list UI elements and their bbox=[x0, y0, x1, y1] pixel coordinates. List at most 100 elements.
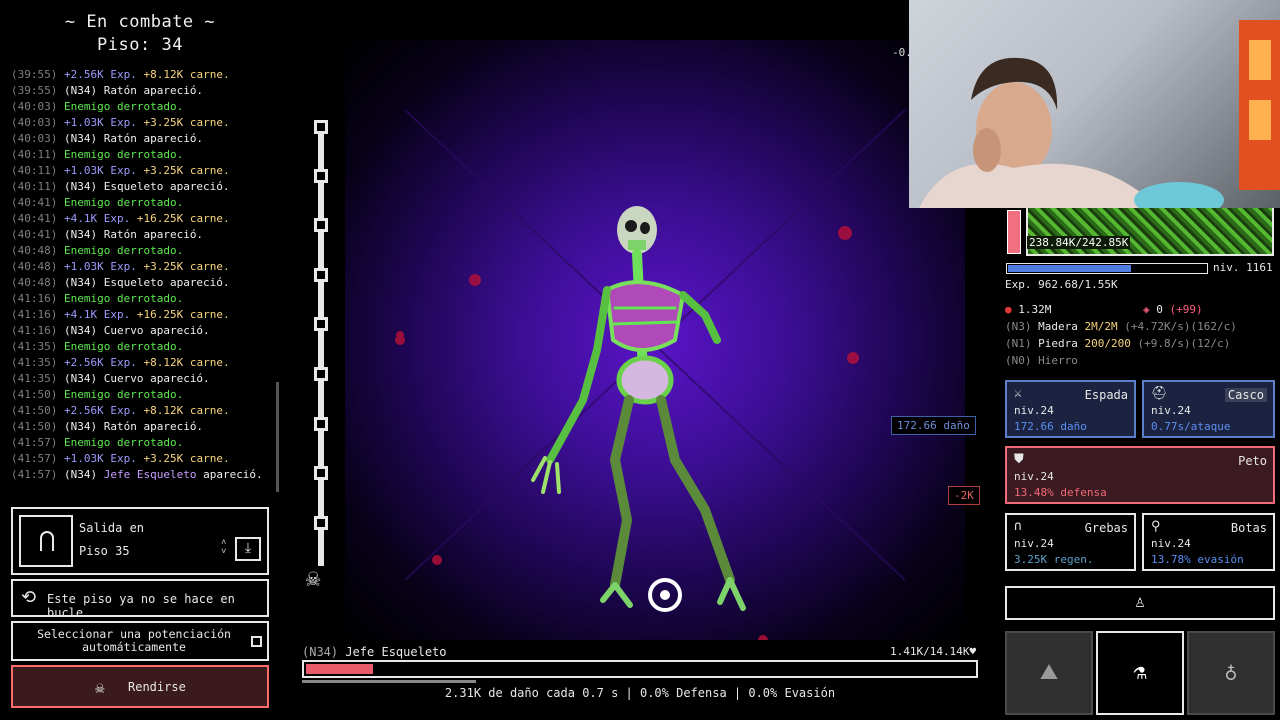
log-entry: (39:55) +2.56K Exp. +8.12K carne. bbox=[11, 67, 273, 83]
floor-node bbox=[314, 268, 328, 282]
auto-boost-toggle[interactable]: Seleccionar una potenciación automáticam… bbox=[11, 621, 269, 661]
loop-label: Este piso ya no se hace en bucle bbox=[47, 592, 235, 620]
log-entry: (41:57) +1.03K Exp. +3.25K carne. bbox=[11, 451, 273, 467]
equip-greaves-card[interactable]: ∩ Grebas niv.24 3.25K regen. bbox=[1005, 513, 1136, 571]
log-text: (N34) Cuervo apareció. bbox=[63, 324, 210, 337]
log-text: (N34) Esqueleto apareció. bbox=[63, 276, 230, 289]
equip-chest-card[interactable]: ⛊ Peto niv.24 13.48% defensa bbox=[1005, 446, 1275, 504]
combat-log-panel: ~ En combate ~ Piso: 34 (39:55) +2.56K E… bbox=[0, 0, 285, 720]
log-text: (N34) Esqueleto apareció. bbox=[63, 180, 230, 193]
gem-resource: ◈ 0 (+99) bbox=[1143, 303, 1203, 316]
potion-slot-button[interactable]: ⚗ bbox=[1096, 631, 1184, 715]
log-entry: (39:55) (N34) Ratón apareció. bbox=[11, 83, 273, 99]
log-text: +8.12K carne. bbox=[143, 404, 230, 417]
webcam-overlay bbox=[909, 0, 1280, 208]
log-text: +1.03K bbox=[63, 164, 104, 177]
chestplate-icon: ⛊ bbox=[1014, 452, 1024, 467]
log-entry: (40:03) +1.03K Exp. +3.25K carne. bbox=[11, 115, 273, 131]
log-text: (N34) Ratón apareció. bbox=[63, 420, 204, 433]
enemy-hp-bar bbox=[302, 660, 978, 678]
log-text: Exp. bbox=[103, 452, 144, 465]
log-timestamp: (40:41) bbox=[11, 228, 58, 241]
streamer-camera-image bbox=[919, 20, 1280, 208]
log-text: +3.25K carne. bbox=[143, 452, 230, 465]
log-text: +1.03K bbox=[63, 260, 104, 273]
log-text: +3.25K carne. bbox=[143, 116, 230, 129]
log-text: (N34) Ratón apareció. bbox=[63, 132, 204, 145]
exit-floor-box: Salida en Piso 35 ˄ ˅ ⤓ bbox=[11, 507, 269, 575]
log-entry: (41:16) +4.1K Exp. +16.25K carne. bbox=[11, 307, 273, 323]
log-scrollbar[interactable] bbox=[276, 382, 279, 492]
log-entry: (41:35) Enemigo derrotado. bbox=[11, 339, 273, 355]
xp-bar bbox=[1006, 263, 1208, 274]
download-arrow-button[interactable]: ⤓ bbox=[235, 537, 261, 561]
log-entry: (40:11) +1.03K Exp. +3.25K carne. bbox=[11, 163, 273, 179]
surrender-button[interactable]: ☠ Rendirse bbox=[11, 665, 269, 708]
door-icon bbox=[19, 515, 73, 567]
log-text: Enemigo derrotado. bbox=[63, 388, 184, 401]
log-text: Enemigo derrotado. bbox=[63, 292, 184, 305]
bomb-icon: ♁ bbox=[1224, 660, 1238, 685]
monster-hp-text: 238.84K/242.85K bbox=[1027, 236, 1131, 249]
floor-node bbox=[314, 120, 328, 134]
log-text: (N34) bbox=[63, 468, 104, 481]
log-text: +8.12K carne. bbox=[143, 356, 230, 369]
auto-boost-checkbox[interactable] bbox=[251, 636, 262, 647]
skeleton-boss-sprite[interactable] bbox=[345, 40, 965, 640]
floor-node bbox=[314, 169, 328, 183]
floor-node bbox=[314, 367, 328, 381]
log-entry: (40:48) +1.03K Exp. +3.25K carne. bbox=[11, 259, 273, 275]
log-entry: (40:41) Enemigo derrotado. bbox=[11, 195, 273, 211]
boss-skull-icon: ☠ bbox=[306, 564, 321, 592]
log-timestamp: (40:03) bbox=[11, 100, 58, 113]
combat-log[interactable]: (39:55) +2.56K Exp. +8.12K carne. (39:55)… bbox=[11, 67, 273, 487]
map-slot-button[interactable]: ⛰ bbox=[1005, 631, 1093, 715]
gem-icon: ◈ bbox=[1143, 303, 1150, 316]
log-timestamp: (40:41) bbox=[11, 212, 58, 225]
log-text: Enemigo derrotado. bbox=[63, 436, 184, 449]
log-text: Jefe Esqueleto bbox=[103, 468, 197, 481]
log-text: +1.03K bbox=[63, 116, 104, 129]
combat-scene[interactable] bbox=[345, 40, 965, 640]
log-text: +1.03K bbox=[63, 452, 104, 465]
potion-icon: ⚗ bbox=[1133, 660, 1147, 685]
log-text: Enemigo derrotado. bbox=[63, 148, 184, 161]
enemy-name-text: Jefe Esqueleto bbox=[345, 645, 447, 659]
loop-icon: ⟲ bbox=[21, 587, 37, 608]
log-entry: (41:16) (N34) Cuervo apareció. bbox=[11, 323, 273, 339]
floor-progress-track: ☠ bbox=[306, 118, 330, 598]
log-timestamp: (40:41) bbox=[11, 196, 58, 209]
equip-boots-card[interactable]: ⚲ Botas niv.24 13.78% evasión bbox=[1142, 513, 1275, 571]
log-timestamp: (41:50) bbox=[11, 388, 58, 401]
character-action-button[interactable]: ♙ bbox=[1005, 586, 1275, 620]
log-text: +2.56K bbox=[63, 404, 104, 417]
floor-stepper[interactable]: ˄ ˅ bbox=[221, 539, 226, 557]
floor-node bbox=[314, 466, 328, 480]
log-entry: (41:35) (N34) Cuervo apareció. bbox=[11, 371, 273, 387]
log-entry: (41:50) Enemigo derrotado. bbox=[11, 387, 273, 403]
log-text: Enemigo derrotado. bbox=[63, 196, 184, 209]
log-entry: (40:11) Enemigo derrotado. bbox=[11, 147, 273, 163]
bomb-slot-button[interactable]: ♁ bbox=[1187, 631, 1275, 715]
log-entry: (40:48) Enemigo derrotado. bbox=[11, 243, 273, 259]
log-text: Exp. bbox=[103, 116, 144, 129]
stone-resource: (N1) Piedra 200/200 (+9.8/s)(12/c) bbox=[1005, 337, 1231, 350]
loop-toggle-button[interactable]: ⟲ Este piso ya no se hace en bucle bbox=[11, 579, 269, 620]
log-entry: (41:35) +2.56K Exp. +8.12K carne. bbox=[11, 355, 273, 371]
equip-helmet-card[interactable]: ⛑ Casco niv.24 0.77s/ataque bbox=[1142, 380, 1275, 438]
log-timestamp: (40:48) bbox=[11, 276, 58, 289]
floor-title: Piso: 34 bbox=[97, 35, 183, 55]
enemy-level: (N34) bbox=[302, 645, 339, 659]
iron-resource: (N0) Hierro bbox=[1005, 354, 1078, 367]
log-text: +4.1K bbox=[63, 308, 98, 321]
log-timestamp: (39:55) bbox=[11, 68, 58, 81]
stats-panel: 238.84K/242.85K niv. 1161 Exp. 962.68/1.… bbox=[1000, 208, 1280, 720]
floor-node bbox=[314, 516, 328, 530]
log-timestamp: (39:55) bbox=[11, 84, 58, 97]
wood-resource: (N3) Madera 2M/2M (+4.72K/s)(162/c) bbox=[1005, 320, 1237, 333]
log-text: apareció. bbox=[196, 468, 263, 481]
log-timestamp: (41:35) bbox=[11, 340, 58, 353]
equip-sword-card[interactable]: ⚔ Espada niv.24 172.66 daño bbox=[1005, 380, 1136, 438]
helmet-icon: ⛑ bbox=[1151, 386, 1168, 401]
meat-icon: ● bbox=[1005, 303, 1012, 316]
